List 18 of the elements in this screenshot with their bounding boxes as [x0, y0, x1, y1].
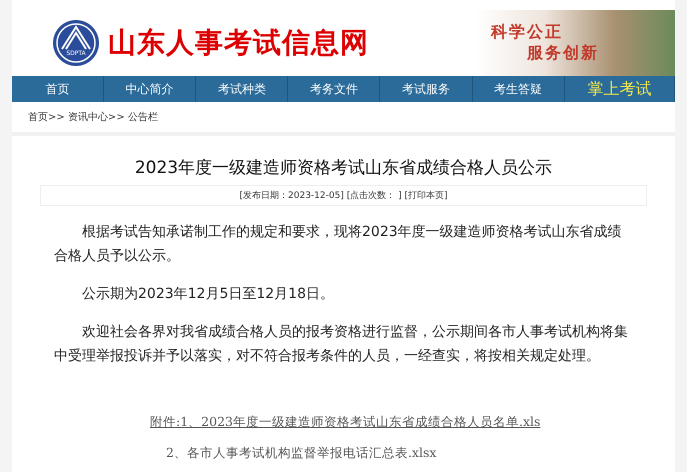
nav-link[interactable]: 考试种类 — [196, 76, 288, 102]
paragraph: 公示期为2023年12月5日至12月18日。 — [81, 285, 335, 304]
nav-link[interactable]: 考务文件 — [288, 76, 380, 102]
slogan-text: 服务创新 — [527, 43, 600, 64]
paragraph: 根据考试告知承诺制工作的规定和要求，现将2023年度一级建造师资格考试山东省成绩合格人员予以公示。 — [54, 223, 623, 266]
nav-link[interactable]: 中心简介 — [104, 76, 196, 102]
nav-link[interactable]: 考试服务 — [380, 76, 473, 102]
nav-link[interactable]: 考生答疑 — [472, 76, 565, 102]
site-title: 山东人事考试信息网 — [108, 25, 369, 61]
nav-link[interactable]: 首页 — [12, 76, 104, 102]
attachment-link[interactable]: 附件:1、2023年度一级建造师资格考试山东省成绩合格人员名单.xls — [150, 414, 647, 431]
nav-link[interactable]: 掌上考试 — [564, 76, 675, 102]
breadcrumb: 首页>> 资讯中心>> 公告栏 — [12, 102, 675, 136]
article-meta: [发布日期：2023-12-05] [点击次数： ] [打印本页] — [40, 185, 647, 206]
article-title: 2023年度一级建造师资格考试山东省成绩合格人员公示 — [134, 157, 554, 179]
attachment-link[interactable]: 2、各市人事考试机构监督举报电话汇总表.xlsx — [166, 445, 647, 462]
slogan-text: 科学公正 — [491, 22, 564, 43]
paragraph: 欢迎社会各界对我省成绩合格人员的报考资格进行监督，公示期间各市人事考试机构将集中受理举报投诉并予以落实，对不符合报考条件的人员，一经查实，将按相关规定处理。 — [54, 323, 629, 366]
